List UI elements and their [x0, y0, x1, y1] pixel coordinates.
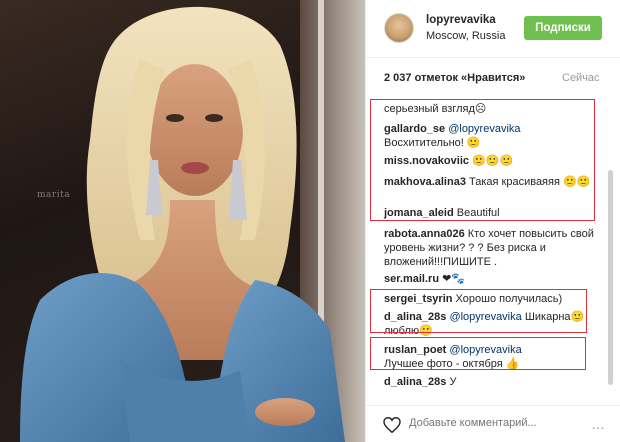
post-footer: …: [365, 405, 620, 442]
comment-item: rabota.anna026 Кто хочет повысить свой у…: [384, 227, 606, 269]
comment-username[interactable]: rabota.anna026: [384, 228, 465, 240]
comment-text: ❤︎🐾: [442, 273, 466, 285]
comment-username[interactable]: d_alina_28s: [384, 376, 446, 388]
post-time: Сейчас: [562, 72, 600, 84]
add-comment-input[interactable]: [409, 417, 579, 429]
highlight-box: [370, 337, 586, 370]
photo-watermark: marita: [37, 190, 71, 200]
location-link[interactable]: Moscow, Russia: [426, 30, 505, 42]
follow-button[interactable]: Подписки: [524, 16, 602, 40]
post-sidebar: lopyrevavika Moscow, Russia Подписки 2 0…: [365, 0, 620, 442]
comment-item: ser.mail.ru ❤︎🐾: [384, 272, 606, 286]
photo-illustration: [20, 0, 365, 442]
comment-username[interactable]: ser.mail.ru: [384, 273, 439, 285]
post-header: lopyrevavika Moscow, Russia Подписки: [366, 0, 620, 58]
likes-count[interactable]: 2 037 отметок «Нравится»: [384, 72, 525, 84]
post-photo[interactable]: marita: [0, 0, 365, 442]
highlight-box: [370, 99, 595, 221]
comments-scrollbar-thumb[interactable]: [608, 170, 613, 385]
avatar[interactable]: [384, 13, 414, 43]
username-link[interactable]: lopyrevavika: [426, 14, 496, 26]
comment-item: d_alina_28s У: [384, 375, 606, 389]
highlight-box: [370, 289, 587, 333]
heart-icon[interactable]: [383, 417, 401, 433]
comment-text: У: [449, 376, 457, 388]
more-options-icon[interactable]: …: [591, 416, 606, 432]
